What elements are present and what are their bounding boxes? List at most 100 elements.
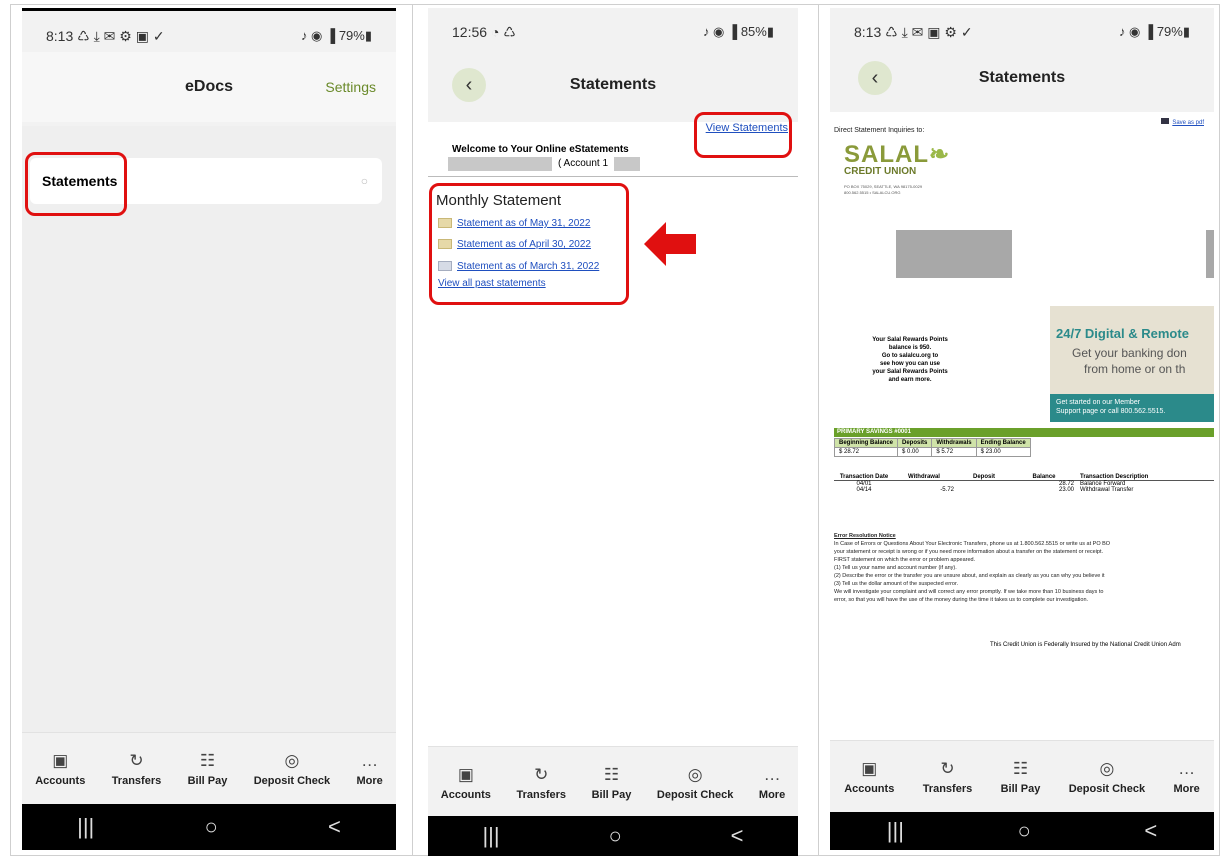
tab-accounts[interactable]: ▣ Accounts: [441, 765, 491, 801]
back-button[interactable]: ‹: [858, 61, 892, 95]
notification-icons: ♺ ⤓ ✉ ⚙ ▣ ✓: [77, 27, 165, 44]
error-line: (3) Tell us the dollar amount of the sus…: [834, 581, 959, 587]
tab-deposit-check[interactable]: ◎ Deposit Check: [657, 765, 733, 801]
brand-name: SALAL: [844, 141, 929, 168]
tab-bill-pay[interactable]: ☷ Bill Pay: [188, 751, 228, 787]
back-button[interactable]: ‹: [452, 68, 486, 102]
summary-header: Ending Balance: [975, 438, 1031, 448]
redacted-block: [896, 230, 1012, 278]
txn-cell: Withdrawal Transfer: [1080, 487, 1134, 493]
error-line: (1) Tell us your name and account number…: [834, 565, 957, 571]
back-nav-button[interactable]: <: [731, 823, 744, 849]
tab-accounts[interactable]: ▣ Accounts: [35, 751, 85, 787]
error-line: We will investigate your complaint and w…: [834, 589, 1104, 595]
rewards-line: Your Salal Rewards Points: [872, 337, 948, 343]
tab-more[interactable]: … More: [759, 765, 785, 801]
bill-pay-icon: ☷: [1012, 758, 1029, 778]
error-line: error, so that you will have the use of …: [834, 597, 1089, 603]
txn-cell: 04/14: [856, 487, 872, 493]
tab-deposit-check[interactable]: ◎ Deposit Check: [254, 751, 330, 787]
tab-accounts[interactable]: ▣ Accounts: [844, 759, 894, 795]
tab-more[interactable]: … More: [1174, 759, 1200, 795]
recent-apps-button[interactable]: |||: [482, 823, 499, 849]
save-pdf-link[interactable]: Save as pdf: [1161, 118, 1204, 126]
divider: [428, 176, 798, 177]
summary-header: Withdrawals: [931, 438, 977, 448]
tab-label: Bill Pay: [591, 788, 632, 801]
inquiries-label: Direct Statement Inquiries to:: [834, 127, 925, 134]
tab-label: Deposit Check: [656, 788, 734, 801]
insured-notice: This Credit Union is Federally Insured b…: [990, 642, 1181, 648]
home-button[interactable]: ○: [608, 823, 621, 849]
promo-title: 24/7 Digital & Remote: [1056, 326, 1189, 341]
grid-divider: [818, 4, 819, 856]
recent-apps-button[interactable]: |||: [77, 814, 94, 840]
bill-pay-icon: ☷: [603, 764, 620, 784]
summary-value: $ 5.72: [931, 447, 977, 457]
bottom-tab-bar: ▣ Accounts ↻ Transfers ☷ Bill Pay ◎ Deposit …: [830, 740, 1214, 812]
settings-link[interactable]: Settings: [325, 79, 376, 95]
txn-cell: -5.72: [940, 487, 954, 493]
error-notice: Error Resolution Notice In Case of Error…: [834, 532, 1214, 604]
header: ‹ Statements: [428, 48, 798, 122]
highlight-box: [694, 112, 792, 158]
tab-label: Bill Pay: [1000, 782, 1041, 795]
red-arrow-icon: [644, 222, 696, 266]
promo-banner: 24/7 Digital & Remote Get your banking d…: [1050, 306, 1214, 394]
tab-label: Transfers: [922, 782, 973, 795]
tab-transfers[interactable]: ↻ Transfers: [112, 751, 162, 787]
error-title: Error Resolution Notice: [834, 533, 896, 539]
save-pdf-text[interactable]: Save as pdf: [1172, 120, 1204, 126]
tab-transfers[interactable]: ↻ Transfers: [923, 759, 973, 795]
tab-deposit-check[interactable]: ◎ Deposit Check: [1069, 759, 1145, 795]
transactions-table: Transaction Date Withdrawal Deposit Bala…: [834, 474, 1214, 493]
bottom-tab-bar: ▣ Accounts ↻ Transfers ☷ Bill Pay ◎ Deposit …: [22, 732, 396, 804]
notification-icons: ◔ ♺: [490, 23, 516, 40]
tab-bill-pay[interactable]: ☷ Bill Pay: [1001, 759, 1041, 795]
clock: 8:13: [854, 23, 882, 40]
home-button[interactable]: ○: [1018, 818, 1031, 844]
error-line: your statement or receipt is wrong or if…: [834, 549, 1104, 555]
tab-label: Deposit Check: [253, 774, 331, 787]
tab-label: Accounts: [440, 788, 491, 801]
summary-value: $ 28.72: [833, 447, 899, 457]
android-nav-bar: ||| ○ <: [428, 816, 798, 856]
promo-line: from home or on th: [1084, 362, 1186, 376]
recent-apps-button[interactable]: |||: [887, 818, 904, 844]
home-button[interactable]: ○: [204, 814, 217, 840]
address-line: 800.562.5515 • SALALCU.ORG: [844, 190, 901, 195]
phone-statement-document: 8:13 ♺ ⤓ ✉ ▣ ⚙ ✓ ♪ ◉ ▐ 79%▮ ‹ Statements…: [830, 8, 1214, 850]
tab-bill-pay[interactable]: ☷ Bill Pay: [592, 765, 632, 801]
back-nav-button[interactable]: <: [328, 814, 341, 840]
accounts-icon: ▣: [457, 764, 474, 784]
tab-more[interactable]: … More: [357, 751, 383, 787]
tab-label: More: [758, 788, 786, 801]
tab-label: Transfers: [111, 774, 162, 787]
leaf-icon: ❧: [929, 141, 951, 168]
redacted-name: [448, 157, 552, 171]
rewards-line: see how you can use: [879, 361, 941, 367]
phone-edocs: 8:13 ♺ ⤓ ✉ ⚙ ▣ ✓ ♪ ◉ ▐ 79%▮ eDocs Settin…: [22, 8, 396, 850]
phone-statements-list: 12:56 ◔ ♺ ♪ ◉ ▐ 85%▮ ‹ Statements View S…: [428, 8, 798, 856]
txn-header: Transaction Date: [839, 474, 889, 480]
redacted-account: [614, 157, 640, 171]
rewards-line: your Salal Rewards Points: [872, 369, 948, 375]
rewards-text: Your Salal Rewards Points balance is 950…: [850, 336, 970, 384]
rewards-line: balance is 950.: [888, 345, 932, 351]
back-nav-button[interactable]: <: [1144, 818, 1157, 844]
tab-label: Transfers: [516, 788, 567, 801]
promo-foot-line: Support page or call 800.562.5515.: [1056, 408, 1166, 415]
account-number: ( Account 1: [558, 158, 609, 169]
camera-icon: ◎: [1099, 758, 1115, 778]
system-icons: ♪ ◉ ▐ 79%▮: [1118, 24, 1190, 39]
tab-transfers[interactable]: ↻ Transfers: [516, 765, 566, 801]
summary-table: Beginning Balance Deposits Withdrawals E…: [833, 438, 1031, 457]
error-line: FIRST statement on which the error or pr…: [834, 557, 976, 563]
highlight-box: [25, 152, 127, 216]
error-line: In Case of Errors or Questions About You…: [834, 541, 1111, 547]
accounts-icon: ▣: [52, 750, 69, 770]
tab-label: Bill Pay: [187, 774, 228, 787]
summary-value: $ 0.00: [897, 447, 933, 457]
more-icon: …: [361, 750, 379, 770]
summary-header: Deposits: [897, 438, 933, 448]
